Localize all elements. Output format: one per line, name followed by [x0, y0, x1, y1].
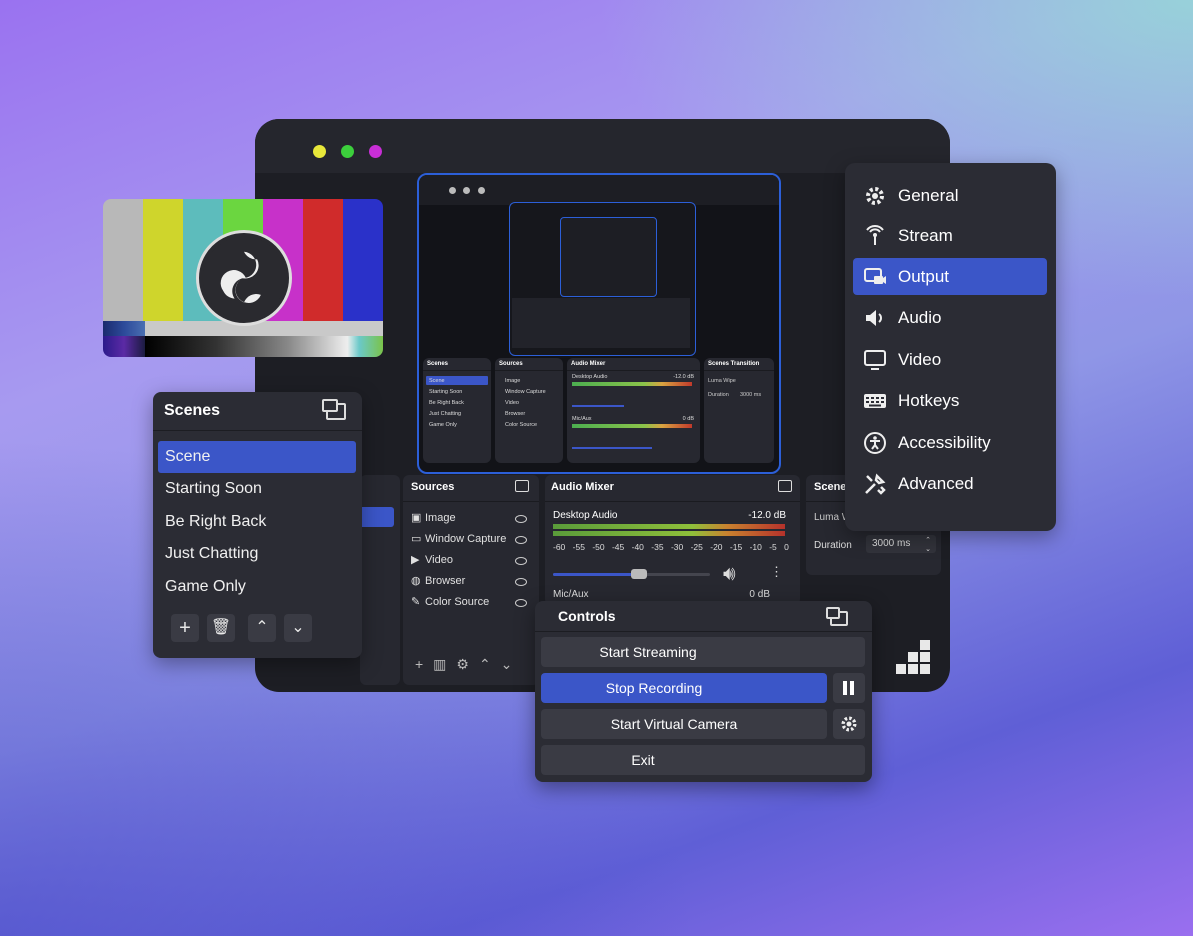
undock-icon[interactable] — [826, 607, 848, 626]
duration-label: Duration — [814, 540, 852, 551]
settings-item-output[interactable]: Output — [853, 258, 1047, 295]
gear-icon — [841, 716, 857, 732]
scenes-panel: Scenes Scene Starting Soon Be Right Back… — [153, 392, 362, 658]
speaker-icon[interactable]: 🔊︎ — [723, 563, 736, 586]
settings-item-advanced[interactable]: Advanced — [853, 465, 1047, 502]
meter-tick-label: -35 — [651, 542, 664, 552]
settings-item-accessibility[interactable]: Accessibility — [853, 424, 1047, 461]
eye-icon[interactable] — [515, 557, 527, 565]
more-options-icon[interactable]: ⋮ — [770, 564, 783, 580]
output-icon — [864, 268, 886, 284]
meter-tick-label: -50 — [592, 542, 605, 552]
source-item[interactable]: ✎ Color Source — [411, 595, 489, 608]
settings-menu: General Stream Output Audio Video Hotkey… — [845, 163, 1056, 531]
gear-icon — [866, 187, 884, 205]
meter-tick-label: -45 — [611, 542, 625, 552]
delete-scene-button[interactable]: 🗑︎ — [207, 614, 235, 642]
preview-titlebar — [419, 175, 779, 205]
exit-button[interactable]: Exit — [541, 745, 865, 775]
monitor-icon — [864, 350, 886, 370]
scene-item-starting-soon[interactable]: Starting Soon — [158, 473, 356, 505]
scenes-panel-behind — [360, 475, 400, 685]
mini-sources-panel: Sources Image Window Capture Video Browser C… — [495, 358, 563, 463]
meter-scale: -60 -55 -50 -45 -40 -35 -30 -25 -20 -15 -10 -5 0 — [553, 542, 789, 552]
mic-aux-label: Mic/Aux — [553, 589, 589, 600]
broadcast-icon — [866, 225, 884, 245]
undock-icon[interactable] — [322, 399, 346, 420]
settings-item-audio[interactable]: Audio — [853, 299, 1047, 336]
scene-item-scene[interactable]: Scene — [158, 441, 356, 473]
sources-toolbar[interactable]: +▥⚙⌃⌄ — [415, 656, 522, 673]
duration-input[interactable]: 3000 ms ⌃ ⌄ — [866, 535, 936, 553]
scene-item-game-only[interactable]: Game Only — [158, 571, 356, 603]
pause-recording-button[interactable] — [833, 673, 865, 703]
preview-canvas[interactable]: Scenes Scene Starting Soon Be Right Back Ju… — [417, 173, 781, 474]
meter-tick-label: -55 — [572, 542, 585, 552]
volume-meter — [553, 531, 785, 536]
eye-icon[interactable] — [515, 578, 527, 586]
controls-title: Controls — [558, 608, 616, 624]
source-item[interactable]: ▭ Window Capture — [411, 532, 506, 545]
sources-title: Sources — [411, 481, 455, 493]
scene-item-just-chatting[interactable]: Just Chatting — [158, 538, 356, 570]
mini-scenes-panel: Scenes Scene Starting Soon Be Right Back Ju… — [423, 358, 491, 463]
transitions-title: Scene — [814, 481, 847, 493]
source-item[interactable]: ▶ Video — [411, 553, 453, 566]
meter-tick-label: 0 — [784, 542, 789, 552]
tools-icon — [865, 473, 886, 495]
stop-recording-button[interactable]: Stop Recording — [541, 673, 827, 703]
eye-icon[interactable] — [515, 599, 527, 607]
meter-tick-label: -60 — [553, 542, 566, 552]
add-scene-button[interactable]: + — [171, 614, 199, 642]
meter-tick-label: -5 — [769, 542, 777, 552]
start-streaming-button[interactable]: Start Streaming — [541, 637, 865, 667]
speaker-icon — [866, 310, 882, 326]
obs-grid-logo-icon — [896, 640, 930, 674]
maximize-dot[interactable] — [341, 145, 354, 158]
volume-slider[interactable] — [553, 569, 710, 579]
source-item[interactable]: ◍ Browser — [411, 574, 465, 587]
keyboard-icon — [864, 394, 886, 408]
settings-item-hotkeys[interactable]: Hotkeys — [853, 382, 1047, 419]
meter-tick-label: -25 — [690, 542, 703, 552]
audio-mixer-panel: Audio Mixer Desktop Audio -12.0 dB -60 -5… — [545, 475, 800, 605]
move-up-button[interactable]: ⌃ — [248, 614, 276, 642]
controls-panel: Controls Start Streaming Stop Recording … — [535, 601, 872, 782]
audio-mixer-title: Audio Mixer — [551, 481, 614, 493]
desktop-audio-label: Desktop Audio — [553, 510, 618, 521]
mic-aux-level: 0 dB — [749, 589, 770, 600]
nested-preview — [509, 202, 696, 356]
meter-tick-label: -20 — [710, 542, 723, 552]
mini-audio-panel: Audio Mixer Desktop Audio -12.0 dB Mic/A… — [567, 358, 700, 463]
minimize-dot[interactable] — [313, 145, 326, 158]
source-item[interactable]: ▣ Image — [411, 511, 456, 524]
settings-item-stream[interactable]: Stream — [853, 217, 1047, 254]
settings-item-video[interactable]: Video — [853, 341, 1047, 378]
undock-icon[interactable] — [778, 480, 792, 492]
move-down-button[interactable]: ⌄ — [284, 614, 312, 642]
mini-transition-panel: Scenes Transition Luma Wipe Duration 300… — [704, 358, 774, 463]
accessibility-icon — [864, 432, 886, 454]
meter-tick-label: -40 — [631, 542, 644, 552]
title-bar — [255, 119, 950, 173]
settings-item-general[interactable]: General — [853, 177, 1047, 214]
volume-meter — [553, 524, 785, 529]
meter-tick-label: -15 — [729, 542, 743, 552]
obs-logo-icon — [196, 230, 292, 326]
sources-panel: Sources ▣ Image ▭ Window Capture ▶ Video ◍ B… — [403, 475, 539, 685]
virtual-camera-settings-button[interactable] — [833, 709, 865, 739]
start-virtual-camera-button[interactable]: Start Virtual Camera — [541, 709, 827, 739]
scenes-title: Scenes — [164, 402, 221, 419]
desktop-audio-level: -12.0 dB — [748, 510, 786, 521]
scene-item-be-right-back[interactable]: Be Right Back — [158, 506, 356, 538]
close-dot[interactable] — [369, 145, 382, 158]
eye-icon[interactable] — [515, 515, 527, 523]
undock-icon[interactable] — [515, 480, 529, 492]
meter-tick-label: -30 — [670, 542, 684, 552]
meter-tick-label: -10 — [749, 542, 762, 552]
eye-icon[interactable] — [515, 536, 527, 544]
